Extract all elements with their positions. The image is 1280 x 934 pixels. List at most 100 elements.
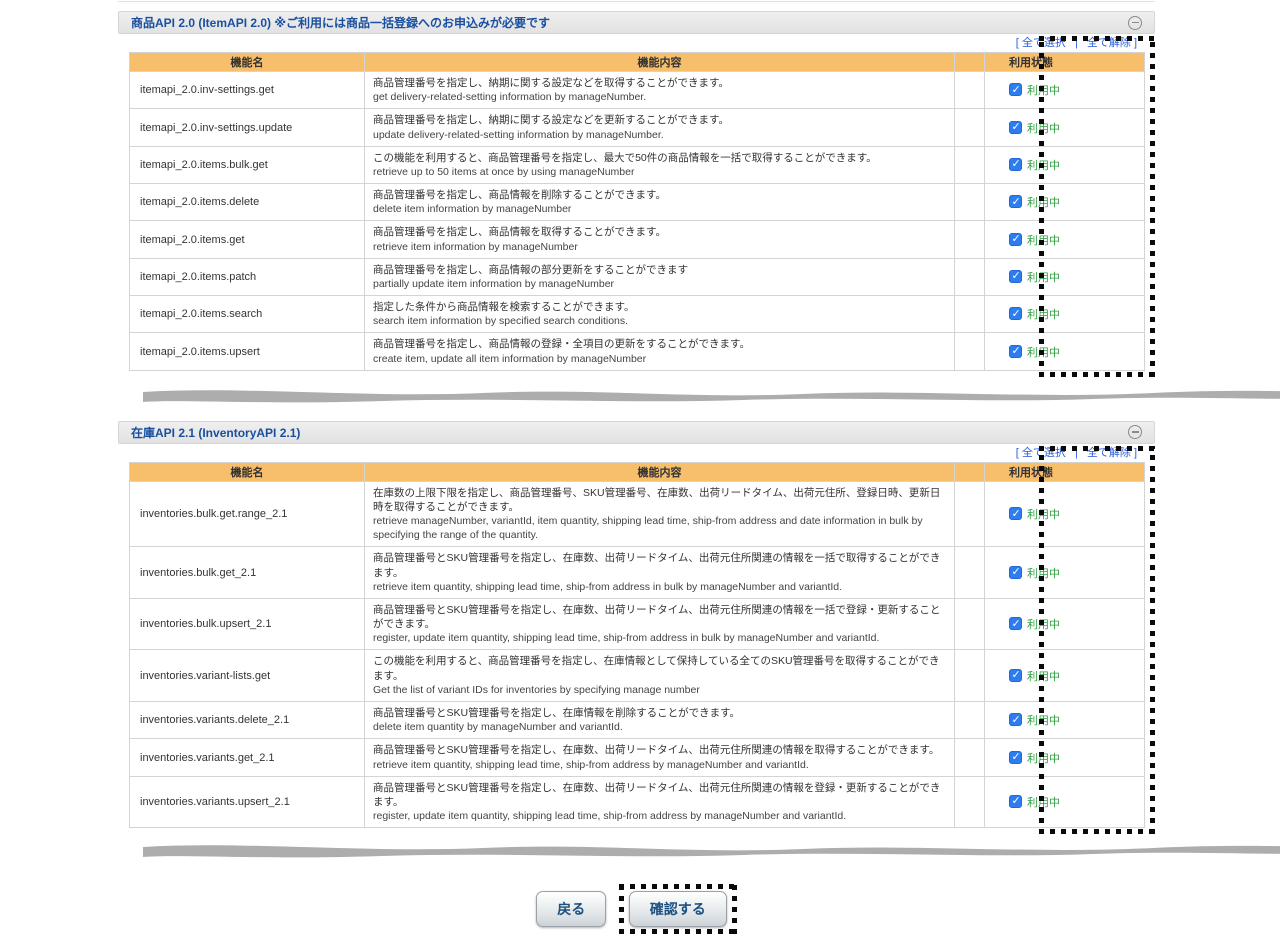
function-name: inventories.bulk.get_2.1 (130, 547, 365, 599)
function-name: inventories.variants.upsert_2.1 (130, 776, 365, 828)
spacer-cell (955, 701, 985, 738)
section-title: 商品API 2.0 (ItemAPI 2.0) ※ご利用には商品一括登録へのお申… (131, 16, 550, 30)
section-header-bar: 在庫API 2.1 (InventoryAPI 2.1) (118, 421, 1155, 444)
function-desc-ja: 在庫数の上限下限を指定し、商品管理番号、SKU管理番号、在庫数、出荷リードタイム… (373, 486, 946, 514)
usage-checkbox[interactable] (1009, 751, 1022, 764)
table-row: itemapi_2.0.items.get 商品管理番号を指定し、商品情報を取得… (130, 221, 1145, 258)
function-desc-en: partially update item information by man… (373, 277, 946, 291)
function-desc-ja: 商品管理番号とSKU管理番号を指定し、在庫数、出荷リードタイム、出荷元住所関連の… (373, 743, 946, 757)
spacer-cell (955, 184, 985, 221)
function-desc-ja: 商品管理番号を指定し、納期に関する設定などを更新することができます。 (373, 113, 946, 127)
usage-status-cell: 利用中 (985, 650, 1145, 702)
function-name: inventories.variants.get_2.1 (130, 739, 365, 776)
collapse-minus-icon[interactable] (1128, 16, 1142, 30)
function-desc-ja: 商品管理番号とSKU管理番号を指定し、在庫情報を削除することができます。 (373, 706, 946, 720)
usage-checkbox[interactable] (1009, 566, 1022, 579)
link-separator: | (1075, 37, 1078, 49)
function-desc-ja: 商品管理番号とSKU管理番号を指定し、在庫数、出荷リードタイム、出荷元住所関連の… (373, 781, 946, 809)
spacer-cell (955, 109, 985, 146)
usage-status-label: 利用中 (1027, 123, 1060, 135)
function-desc-ja: 商品管理番号を指定し、商品情報を削除することができます。 (373, 188, 946, 202)
table-header-row: 機能名 機能内容 利用状態 (130, 53, 1145, 72)
deselect-all-link[interactable]: 全て解除 (1087, 447, 1131, 459)
usage-status-cell: 利用中 (985, 258, 1145, 295)
bracket: [ (1016, 37, 1019, 49)
annotation-confirm-button: 確認する (619, 884, 737, 934)
column-header-status: 利用状態 (985, 462, 1145, 481)
function-name: itemapi_2.0.inv-settings.get (130, 72, 365, 109)
collapse-minus-icon[interactable] (1128, 425, 1142, 439)
usage-checkbox[interactable] (1009, 345, 1022, 358)
spacer-cell (955, 481, 985, 547)
select-links-row: [ 全て選択 | 全て解除 ] (118, 444, 1155, 462)
section-title: 在庫API 2.1 (InventoryAPI 2.1) (131, 426, 300, 440)
spacer-cell (955, 776, 985, 828)
bracket: ] (1134, 447, 1137, 459)
function-desc-ja: この機能を利用すると、商品管理番号を指定し、在庫情報として保持している全てのSK… (373, 654, 946, 682)
spacer-cell (955, 258, 985, 295)
usage-checkbox[interactable] (1009, 158, 1022, 171)
usage-status-cell: 利用中 (985, 109, 1145, 146)
usage-checkbox[interactable] (1009, 307, 1022, 320)
usage-checkbox[interactable] (1009, 669, 1022, 682)
bracket: ] (1134, 37, 1137, 49)
table-row: inventories.variants.delete_2.1 商品管理番号とS… (130, 701, 1145, 738)
usage-checkbox[interactable] (1009, 121, 1022, 134)
usage-status-label: 利用中 (1027, 160, 1060, 172)
function-name: itemapi_2.0.inv-settings.update (130, 109, 365, 146)
usage-status-label: 利用中 (1027, 197, 1060, 209)
spacer-cell (955, 598, 985, 650)
function-desc-en: register, update item quantity, shipping… (373, 809, 946, 823)
usage-status-cell: 利用中 (985, 739, 1145, 776)
table-row: itemapi_2.0.inv-settings.update 商品管理番号を指… (130, 109, 1145, 146)
select-all-link[interactable]: 全て選択 (1022, 37, 1066, 49)
usage-status-label: 利用中 (1027, 671, 1060, 683)
function-desc-en: create item, update all item information… (373, 352, 946, 366)
table-row: inventories.bulk.get.range_2.1 在庫数の上限下限を… (130, 481, 1145, 547)
function-desc-ja: 商品管理番号を指定し、納期に関する設定などを取得することができます。 (373, 76, 946, 90)
function-desc-en: get delivery-related-setting information… (373, 90, 946, 104)
function-desc-en: delete item information by manageNumber (373, 202, 946, 216)
content-truncation-wave (143, 838, 1280, 860)
usage-checkbox[interactable] (1009, 713, 1022, 726)
table-row: inventories.bulk.get_2.1 商品管理番号とSKU管理番号を… (130, 547, 1145, 599)
table-row: itemapi_2.0.inv-settings.get 商品管理番号を指定し、… (130, 72, 1145, 109)
usage-checkbox[interactable] (1009, 795, 1022, 808)
usage-status-cell: 利用中 (985, 481, 1145, 547)
function-name: itemapi_2.0.items.search (130, 296, 365, 333)
table-row: inventories.variants.upsert_2.1 商品管理番号とS… (130, 776, 1145, 828)
function-desc-en: Get the list of variant IDs for inventor… (373, 683, 946, 697)
confirm-button[interactable]: 確認する (629, 891, 727, 927)
usage-checkbox[interactable] (1009, 233, 1022, 246)
usage-status-label: 利用中 (1027, 619, 1060, 631)
usage-status-label: 利用中 (1027, 568, 1060, 580)
usage-status-label: 利用中 (1027, 715, 1060, 727)
usage-checkbox[interactable] (1009, 507, 1022, 520)
usage-status-label: 利用中 (1027, 347, 1060, 359)
deselect-all-link[interactable]: 全て解除 (1087, 37, 1131, 49)
usage-checkbox[interactable] (1009, 195, 1022, 208)
function-name: itemapi_2.0.items.delete (130, 184, 365, 221)
usage-status-label: 利用中 (1027, 272, 1060, 284)
spacer-cell (955, 221, 985, 258)
usage-status-cell: 利用中 (985, 701, 1145, 738)
usage-status-label: 利用中 (1027, 509, 1060, 521)
usage-checkbox[interactable] (1009, 83, 1022, 96)
usage-status-label: 利用中 (1027, 309, 1060, 321)
section-inventory-api: 在庫API 2.1 (InventoryAPI 2.1) [ 全て選択 | 全て… (118, 421, 1155, 828)
function-desc-en: retrieve item quantity, shipping lead ti… (373, 758, 946, 772)
function-name: inventories.variants.delete_2.1 (130, 701, 365, 738)
table-header-row: 機能名 機能内容 利用状態 (130, 462, 1145, 481)
content-truncation-wave (143, 383, 1280, 405)
usage-status-cell: 利用中 (985, 296, 1145, 333)
table-row: itemapi_2.0.items.upsert 商品管理番号を指定し、商品情報… (130, 333, 1145, 370)
column-header-name: 機能名 (130, 53, 365, 72)
back-button[interactable]: 戻る (536, 891, 606, 927)
select-all-link[interactable]: 全て選択 (1022, 447, 1066, 459)
spacer-cell (955, 333, 985, 370)
function-desc-ja: 商品管理番号とSKU管理番号を指定し、在庫数、出荷リードタイム、出荷元住所関連の… (373, 551, 946, 579)
usage-checkbox[interactable] (1009, 617, 1022, 630)
usage-checkbox[interactable] (1009, 270, 1022, 283)
column-header-status: 利用状態 (985, 53, 1145, 72)
footer-actions: 戻る 確認する (118, 884, 1155, 934)
